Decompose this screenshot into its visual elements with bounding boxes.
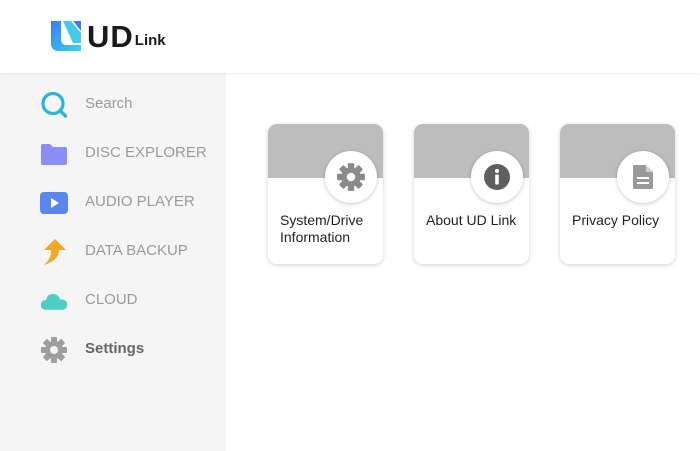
- sidebar-item-cloud[interactable]: CLOUD: [0, 281, 226, 321]
- app-logo: UD Link: [49, 17, 166, 53]
- logo-icon: [51, 21, 81, 51]
- sidebar-item-settings[interactable]: Settings: [0, 330, 226, 370]
- sidebar-item-data-backup[interactable]: DATA BACKUP: [0, 232, 226, 272]
- sidebar-item-label: AUDIO PLAYER: [85, 193, 195, 210]
- folder-icon: [40, 141, 68, 167]
- sidebar-item-label: DISC EXPLORER: [85, 144, 207, 161]
- sidebar-item-label: DATA BACKUP: [85, 242, 188, 259]
- document-icon: [633, 165, 653, 189]
- app-header: UD Link: [0, 0, 700, 73]
- card-icon-badge: [325, 151, 377, 203]
- play-icon: [40, 190, 68, 216]
- upload-arrow-icon: [40, 239, 68, 265]
- card-icon-badge: [617, 151, 669, 203]
- sidebar-item-label: Search: [85, 95, 133, 112]
- card-label: About UD Link: [426, 212, 517, 228]
- sidebar-item-label: Settings: [85, 340, 145, 357]
- card-icon-badge: [471, 151, 523, 203]
- search-icon: [40, 91, 68, 118]
- card-label: Privacy Policy: [572, 212, 660, 228]
- sidebar-item-search[interactable]: Search: [0, 85, 226, 125]
- cloud-icon: [40, 288, 68, 314]
- card-system-drive-information[interactable]: System/Drive Information: [268, 124, 383, 264]
- logo-text-sub: Link: [134, 32, 166, 49]
- gear-icon: [40, 337, 68, 363]
- card-privacy-policy[interactable]: Privacy Policy: [560, 124, 675, 264]
- info-icon: [484, 164, 510, 190]
- sidebar-item-label: CLOUD: [85, 291, 138, 308]
- sidebar: Search DISC EXPLORER AUDIO PLAYER DATA B…: [0, 73, 226, 451]
- card-label: System/Drive Information: [280, 212, 364, 245]
- card-about-ud-link[interactable]: About UD Link: [414, 124, 529, 264]
- gear-icon: [337, 163, 365, 191]
- sidebar-item-disc-explorer[interactable]: DISC EXPLORER: [0, 134, 226, 174]
- logo-text-main: UD: [87, 19, 134, 54]
- sidebar-item-audio-player[interactable]: AUDIO PLAYER: [0, 183, 226, 223]
